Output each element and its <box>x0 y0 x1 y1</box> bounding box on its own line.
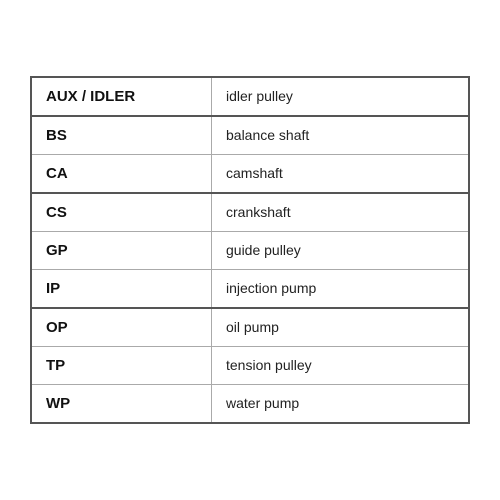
description-cell: injection pump <box>212 270 468 307</box>
description-cell: camshaft <box>212 155 468 192</box>
table-row: WPwater pump <box>32 385 468 422</box>
table-row: CAcamshaft <box>32 155 468 194</box>
abbreviation-cell: AUX / IDLER <box>32 78 212 115</box>
description-cell: guide pulley <box>212 232 468 269</box>
description-cell: idler pulley <box>212 78 468 115</box>
table-row: TPtension pulley <box>32 347 468 385</box>
table-row: GPguide pulley <box>32 232 468 270</box>
description-cell: water pump <box>212 385 468 422</box>
abbreviation-cell: WP <box>32 385 212 422</box>
abbreviation-cell: CA <box>32 155 212 192</box>
abbreviation-cell: CS <box>32 194 212 231</box>
table-row: IPinjection pump <box>32 270 468 309</box>
description-cell: crankshaft <box>212 194 468 231</box>
table-row: OPoil pump <box>32 309 468 347</box>
table-row: AUX / IDLERidler pulley <box>32 78 468 117</box>
abbreviation-cell: IP <box>32 270 212 307</box>
abbreviation-table: AUX / IDLERidler pulleyBSbalance shaftCA… <box>30 76 470 424</box>
table-row: CScrankshaft <box>32 194 468 232</box>
description-cell: tension pulley <box>212 347 468 384</box>
description-cell: balance shaft <box>212 117 468 154</box>
abbreviation-cell: GP <box>32 232 212 269</box>
description-cell: oil pump <box>212 309 468 346</box>
abbreviation-cell: TP <box>32 347 212 384</box>
abbreviation-cell: BS <box>32 117 212 154</box>
abbreviation-cell: OP <box>32 309 212 346</box>
table-row: BSbalance shaft <box>32 117 468 155</box>
